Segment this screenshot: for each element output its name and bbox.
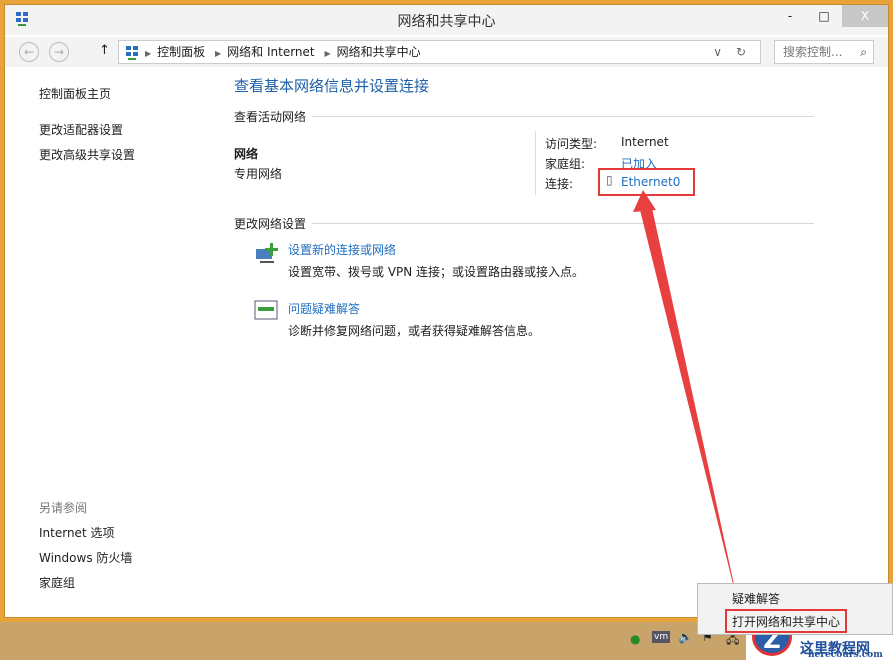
tray-context-menu: 疑难解答 打开网络和共享中心 xyxy=(697,583,893,635)
watermark-url: herecours.com xyxy=(808,650,883,660)
menu-item-troubleshoot[interactable]: 疑难解答 xyxy=(732,590,780,607)
vm-icon[interactable]: vm xyxy=(652,631,670,643)
annotation-arrow xyxy=(0,0,893,660)
menu-item-open-network-center[interactable]: 打开网络和共享中心 xyxy=(732,613,840,630)
speaker-icon[interactable]: 🔈 xyxy=(678,630,693,644)
network-status-icon[interactable]: ● xyxy=(630,632,640,646)
